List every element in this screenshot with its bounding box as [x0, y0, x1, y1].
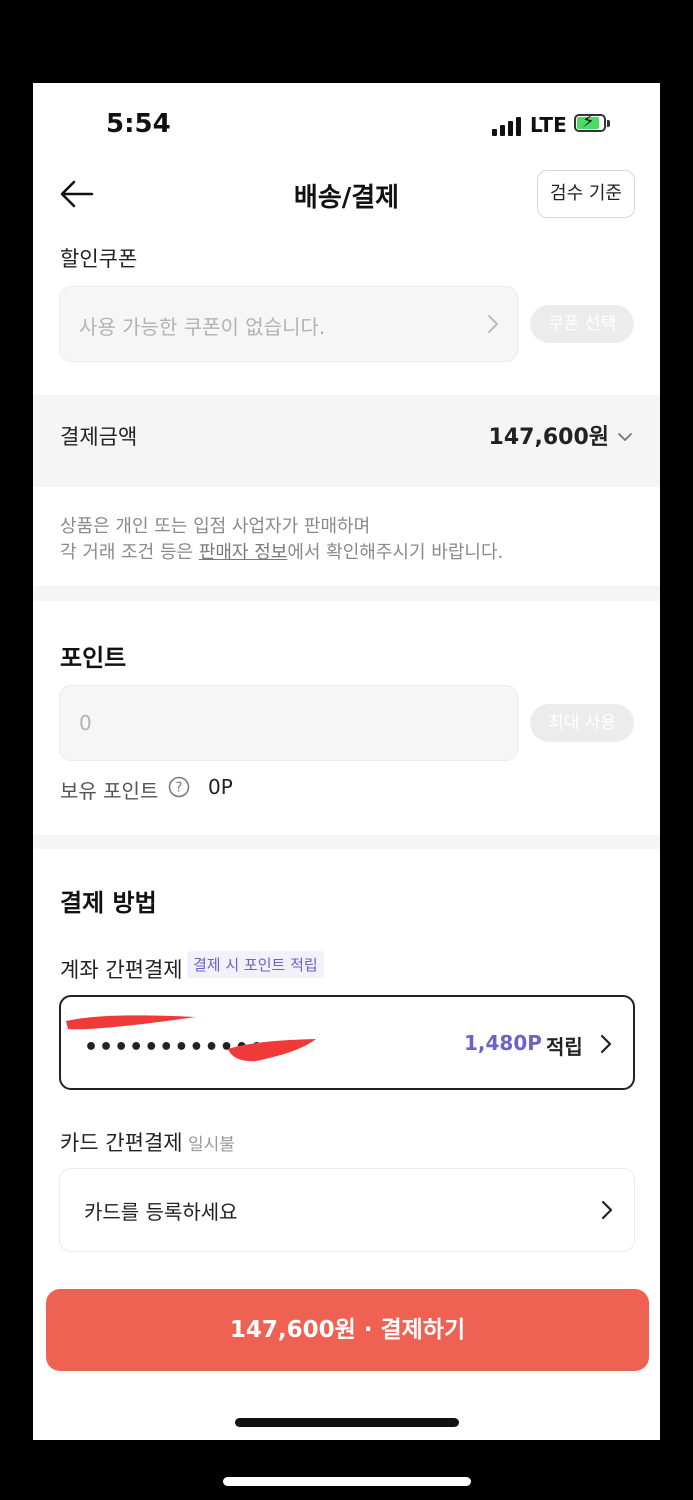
owned-points-label: 보유 포인트 — [60, 779, 159, 803]
card-pay-label: 카드 간편결제 — [60, 1131, 183, 1155]
svg-text:?: ? — [176, 781, 183, 796]
max-use-button[interactable]: 최대 사용 — [530, 704, 634, 742]
coupon-select-field[interactable]: 사용 가능한 쿠폰이 없습니다. — [59, 286, 518, 362]
home-indicator — [223, 1477, 471, 1486]
question-mark-icon[interactable]: ? — [168, 776, 190, 798]
notice-text-prefix: 각 거래 조건 등은 — [60, 542, 199, 563]
points-input[interactable]: 0 — [59, 685, 518, 761]
redaction-mark — [226, 1035, 318, 1063]
status-time: 5:54 — [106, 109, 171, 139]
register-card-option[interactable]: 카드를 등록하세요 — [59, 1168, 635, 1252]
section-divider — [33, 835, 660, 849]
signal-icon — [492, 116, 526, 136]
owned-points-value: 0P — [208, 775, 233, 799]
chevron-right-icon — [486, 312, 500, 336]
seller-notice-line2: 각 거래 조건 등은 판매자 정보에서 확인해주시기 바랍니다. — [60, 538, 503, 564]
inspection-criteria-button[interactable]: 검수 기준 — [537, 170, 635, 218]
home-indicator — [235, 1418, 459, 1427]
card-pay-sublabel: 일시불 — [188, 1135, 235, 1155]
register-card-text: 카드를 등록하세요 — [84, 1200, 238, 1224]
redaction-mark — [64, 1011, 198, 1033]
coupon-placeholder: 사용 가능한 쿠폰이 없습니다. — [79, 315, 326, 339]
points-reward-badge: 결제 시 포인트 적립 — [187, 951, 324, 978]
points-input-value: 0 — [79, 711, 92, 735]
account-pay-label: 계좌 간편결제 — [60, 958, 183, 982]
coupon-select-button[interactable]: 쿠폰 선택 — [530, 305, 634, 343]
battery-charging-icon: ⚡ — [574, 112, 612, 134]
notice-text-suffix: 에서 확인해주시기 바랍니다. — [287, 542, 504, 563]
seller-info-link[interactable]: 판매자 정보 — [199, 542, 288, 563]
chevron-right-icon — [599, 1032, 613, 1056]
coupon-label: 할인쿠폰 — [60, 247, 138, 271]
payment-method-title: 결제 방법 — [60, 889, 157, 917]
pay-button[interactable]: 147,600원 · 결제하기 — [46, 1289, 649, 1371]
phone-screen: 5:54 LTE ⚡ 배송/결제 검수 기준 할인쿠폰 사용 가능한 쿠폰이 없… — [33, 83, 660, 1440]
points-section-title: 포인트 — [60, 644, 127, 672]
reward-points-amount: 1,480P — [464, 1031, 542, 1055]
network-type: LTE — [530, 113, 567, 137]
section-divider — [33, 586, 660, 601]
chevron-right-icon — [600, 1198, 614, 1222]
chevron-down-icon[interactable] — [617, 428, 633, 441]
payment-amount-label: 결제금액 — [60, 425, 138, 449]
seller-notice-line1: 상품은 개인 또는 입점 사업자가 판매하며 — [60, 516, 371, 537]
reward-points-suffix: 적립 — [546, 1035, 583, 1059]
payment-amount-value: 147,600원 — [488, 425, 609, 450]
